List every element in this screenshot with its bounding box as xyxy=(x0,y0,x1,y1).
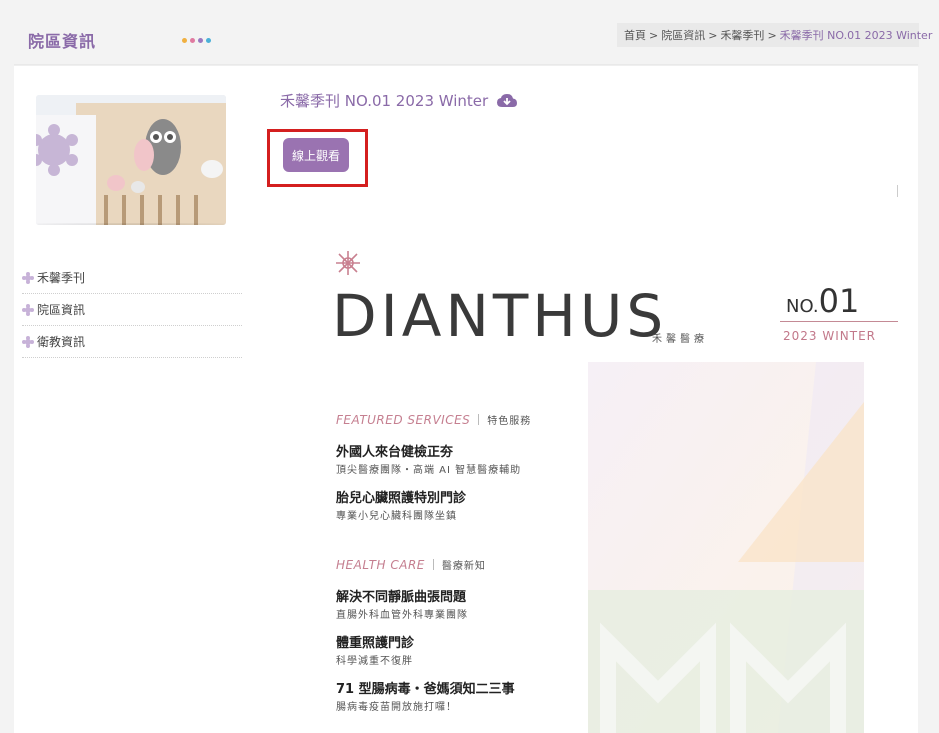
cover-background-graphic xyxy=(588,362,864,733)
photo-shadow xyxy=(36,223,226,225)
article-title: 71 型腸病毒・爸媽須知二三事 xyxy=(336,682,515,697)
dianthus-flower-icon xyxy=(336,251,360,275)
dot-icon xyxy=(198,38,203,43)
heading-divider xyxy=(478,414,480,425)
cover-issue-season: 2023 WINTER xyxy=(783,329,876,343)
section-title: 院區資訊 xyxy=(28,32,97,51)
crib-illustration xyxy=(36,95,226,225)
watch-online-button[interactable]: 線上觀看 xyxy=(283,138,349,172)
heading-divider xyxy=(432,559,434,570)
divider xyxy=(897,185,898,197)
cover-section-heading: HEALTH CARE 醫療新知 xyxy=(336,557,486,573)
sidebar-item-label: 院區資訊 xyxy=(37,303,86,317)
magazine-cover[interactable]: DIANTHUS 禾馨醫療 NO.01 2023 WINTER FEATURED… xyxy=(312,238,902,733)
sidebar-item-health-education[interactable]: 衛教資訊 xyxy=(22,326,242,358)
article-subtitle: 專業小兒心臟科團隊坐鎮 xyxy=(336,511,457,522)
sidebar-item-quarterly[interactable]: 禾馨季刊 xyxy=(22,262,242,294)
breadcrumb-home[interactable]: 首頁 xyxy=(624,27,646,43)
article-title: 外國人來台健檢正夯 xyxy=(336,445,454,460)
breadcrumb-current: 禾馨季刊 NO.01 2023 Winter xyxy=(779,29,933,42)
cloud-download-icon[interactable] xyxy=(496,93,518,109)
cover-brand-cn: 禾馨醫療 xyxy=(652,334,708,345)
breadcrumb-campus-info[interactable]: 院區資訊 xyxy=(661,27,705,43)
cover-section-heading: FEATURED SERVICES 特色服務 xyxy=(336,412,532,428)
sidebar-nav: 禾馨季刊 院區資訊 衛教資訊 xyxy=(22,262,242,358)
issue-prefix: NO. xyxy=(786,296,819,317)
breadcrumb: 首頁 > 院區資訊 > 禾馨季刊 > 禾馨季刊 NO.01 2023 Winte… xyxy=(617,23,932,47)
cover-issue-number: NO.01 xyxy=(786,282,859,320)
publication-title: 禾馨季刊 NO.01 2023 Winter xyxy=(280,90,518,111)
flower-bullet-icon xyxy=(22,303,34,316)
article-title: 解決不同靜脈曲張問題 xyxy=(336,590,467,605)
article-subtitle: 直腸外科血管外科專業團隊 xyxy=(336,610,468,621)
side-photo xyxy=(36,95,226,225)
article-subtitle: 科學減重不復胖 xyxy=(336,656,413,667)
sidebar-item-campus-info[interactable]: 院區資訊 xyxy=(22,294,242,326)
section-heading-cn: 醫療新知 xyxy=(441,561,486,572)
issue-number: 01 xyxy=(818,282,860,320)
sidebar-item-label: 禾馨季刊 xyxy=(37,271,86,285)
sidebar-item-label: 衛教資訊 xyxy=(37,335,86,349)
dot-icon xyxy=(190,38,195,43)
breadcrumb-separator: > xyxy=(767,28,777,42)
article-title: 胎兒心臟照護特別門診 xyxy=(336,491,467,506)
flower-bullet-icon xyxy=(22,271,34,284)
breadcrumb-quarterly[interactable]: 禾馨季刊 xyxy=(720,27,764,43)
decorative-dots xyxy=(182,38,211,43)
dot-icon xyxy=(206,38,211,43)
section-heading-en: HEALTH CARE xyxy=(336,557,425,572)
section-heading-en: FEATURED SERVICES xyxy=(336,412,471,427)
issue-underline xyxy=(780,321,898,322)
breadcrumb-separator: > xyxy=(708,28,718,42)
publication-title-text: 禾馨季刊 NO.01 2023 Winter xyxy=(280,92,489,110)
flower-bullet-icon xyxy=(22,335,34,348)
article-title: 體重照護門診 xyxy=(336,636,415,651)
cover-brand: DIANTHUS xyxy=(332,282,668,350)
breadcrumb-separator: > xyxy=(649,28,659,42)
dot-icon xyxy=(182,38,187,43)
article-subtitle: 腸病毒疫苗開放施打囉！ xyxy=(336,702,457,713)
section-heading-cn: 特色服務 xyxy=(487,416,532,427)
article-subtitle: 頂尖醫療團隊・高端 AI 智慧醫療輔助 xyxy=(336,465,522,476)
